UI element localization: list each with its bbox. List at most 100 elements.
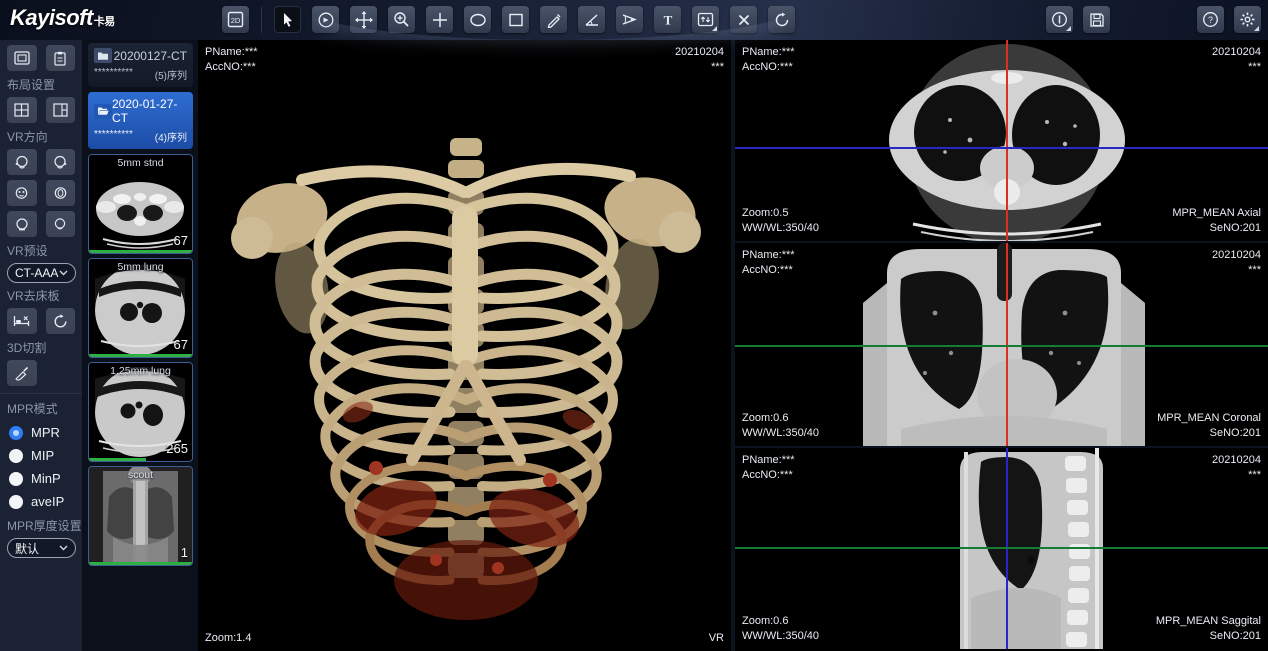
thumbnail-progress-bar [89,562,192,565]
scalpel-icon [14,366,30,381]
radio-label: MIP [31,448,54,463]
tool-delete-button[interactable] [730,6,757,33]
coronal-viewport[interactable]: PName:*** AccNO:*** 20210204 *** Zoom:0.… [735,243,1268,448]
chevron-down-icon [59,545,68,551]
vr-preset-section-label: VR预设 [7,242,75,259]
monitor-layout-icon [14,51,30,65]
mpr-thickness-select[interactable]: 默认 [7,538,76,558]
radio-label: MPR [31,425,60,440]
coronal-zoom-info: Zoom:0.6 WW/WL:350/40 [742,411,819,441]
radio-selected-icon [9,426,23,440]
sagittal-wwwl: WW/WL:350/40 [742,629,819,644]
coronal-study-info: 20210204 *** [1212,248,1261,278]
tool-reset-button[interactable] [768,6,795,33]
axial-viewport[interactable]: PName:*** AccNO:*** 20210204 *** Zoom:0.… [735,40,1268,243]
tool-cobb-angle-button[interactable] [616,6,643,33]
tool-help-button[interactable]: ? [1197,6,1224,33]
vr-pname: PName:*** [205,45,258,60]
sagittal-mode: MPR_MEAN Saggital [1156,614,1261,629]
scalpel-button[interactable] [7,360,37,386]
tool-cursor-button[interactable] [274,6,301,33]
axial-mode-info: MPR_MEAN Axial SeNO:201 [1172,206,1261,236]
radio-label: aveIP [31,494,64,509]
thumbnail-1-25mm-lung[interactable]: 1.25mm lung 265 [88,362,193,462]
coronal-masked: *** [1212,263,1261,278]
tool-rectangle-button[interactable] [502,6,529,33]
vr-preset-select[interactable]: CT-AAA [7,263,76,283]
axial-patient-info: PName:*** AccNO:*** [742,45,795,75]
measure-line-icon [546,12,562,28]
vr-reset-button[interactable] [46,308,76,334]
thumbnail-scout[interactable]: scout 1 [88,466,193,566]
zoom-in-icon [393,11,410,28]
thumbnail-label: 5mm lung [89,261,192,273]
vr-viewport[interactable]: PName:*** AccNO:*** 20210204 *** Zoom:1.… [198,40,735,651]
tool-measure-line-button[interactable] [540,6,567,33]
report-button[interactable] [46,45,76,71]
radio-icon [9,472,23,486]
layout-monitor-button[interactable] [7,45,37,71]
coronal-accno: AccNO:*** [742,263,795,278]
sagittal-mode-info: MPR_MEAN Saggital SeNO:201 [1156,614,1261,644]
sagittal-accno: AccNO:*** [742,468,795,483]
thumbnail-image-number: 67 [174,233,188,248]
tool-settings-button[interactable] [1234,6,1261,33]
mpr-mode-radio-minp[interactable]: MinP [9,471,73,486]
tool-2d-button[interactable]: 2D [222,6,249,33]
layout-split-button[interactable] [46,97,76,123]
mpr-mode-radio-mip[interactable]: MIP [9,448,73,463]
tool-crosshair-button[interactable] [426,6,453,33]
vr-preset-value: CT-AAA [15,266,58,280]
rectangle-icon [508,12,524,28]
vr-patient-info: PName:*** AccNO:*** [205,45,258,75]
vr-masked: *** [675,60,724,75]
remove-bed-button[interactable] [7,308,37,334]
coronal-patient-info: PName:*** AccNO:*** [742,248,795,278]
mpr-panel: PName:*** AccNO:*** 20210204 *** Zoom:0.… [735,40,1268,651]
2d-icon: 2D [227,11,244,28]
mpr-mode-radio-mpr[interactable]: MPR [9,425,73,440]
tool-zoom-button[interactable] [388,6,415,33]
series-count: (4)序列 [155,129,187,144]
svg-text:T: T [663,13,672,27]
save-icon [1089,12,1105,28]
tool-rotate-3d-button[interactable] [312,6,339,33]
series-masked-id: ********** [94,129,133,144]
vr-face-front-button[interactable] [7,180,37,206]
thumbnail-5mm-lung[interactable]: 5mm lung 67 [88,258,193,358]
tool-ellipse-button[interactable] [464,6,491,33]
series-item-2[interactable]: 2020-01-27-CT ********** (4)序列 [88,92,193,149]
sagittal-date: 20210204 [1212,453,1261,468]
vr-face-back-button[interactable] [46,180,76,206]
coronal-pname: PName:*** [742,248,795,263]
vr-head-left-button[interactable] [7,149,37,175]
series-item-1[interactable]: 20200127-CT ********** (5)序列 [88,43,193,87]
folder-icon [94,48,112,63]
thumbnail-image-number: 265 [166,441,188,456]
vr-head-right-button[interactable] [46,149,76,175]
tool-pan-button[interactable] [350,6,377,33]
sagittal-pname: PName:*** [742,453,795,468]
text-icon: T [661,13,675,27]
tool-text-button[interactable]: T [654,6,681,33]
thumbnail-5mm-stnd[interactable]: 5mm stnd 67 [88,154,193,254]
thumbnail-label: 1.25mm lung [89,365,192,377]
layout-grid-2x2-button[interactable] [7,97,37,123]
radio-icon [9,449,23,463]
help-icon: ? [1202,11,1219,28]
tool-angle-button[interactable] [578,6,605,33]
radio-label: MinP [31,471,61,486]
tool-info-button[interactable] [1046,6,1073,33]
thumbnail-image-number: 67 [174,337,188,352]
coronal-wwwl: WW/WL:350/40 [742,426,819,441]
mpr-mode-radio-aveip[interactable]: aveIP [9,494,73,509]
vr-direction-section-label: VR方向 [7,128,75,145]
face-front-icon [14,186,29,200]
tool-window-level-button[interactable] [692,6,719,33]
tool-save-button[interactable] [1083,6,1110,33]
series-name: 20200127-CT [114,49,187,63]
sagittal-viewport[interactable]: PName:*** AccNO:*** 20210204 *** Zoom:0.… [735,448,1268,649]
sagittal-patient-info: PName:*** AccNO:*** [742,453,795,483]
vr-head-bottom-button[interactable] [46,211,76,237]
vr-head-top-button[interactable] [7,211,37,237]
